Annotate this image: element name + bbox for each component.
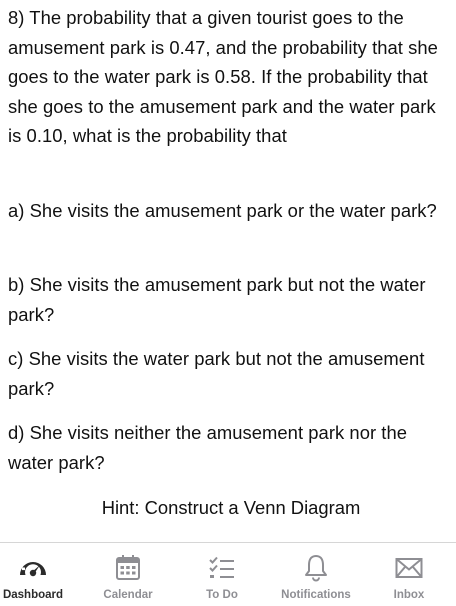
tab-todo-label: To Do [206,589,238,601]
question-part-b: b) She visits the amusement park but not… [8,274,426,325]
tab-inbox-label: Inbox [393,589,425,601]
calendar-icon [113,553,143,583]
tab-dashboard-label: Dashboard [2,589,64,601]
bottom-tab-bar: Dashboard Calendar To Do Notifications I… [0,542,456,606]
bell-icon [301,553,331,583]
envelope-icon [394,553,424,583]
todo-list-icon [207,553,237,583]
tab-inbox[interactable]: Inbox [372,543,446,606]
tab-notifications-label: Notifications [281,589,351,601]
hint-text: Hint: Construct a Venn Diagram [101,497,361,518]
tab-calendar-label: Calendar [103,589,153,601]
dashboard-gauge-icon [18,553,48,583]
question-part-d: d) She visits neither the amusement park… [8,422,408,473]
assignment-content: 8) The probability that a given tourist … [0,0,456,540]
question-part-a: a) She visits the amusement park or the … [8,200,437,221]
question-text: 8) The probability that a given tourist … [8,7,438,146]
question-part-c: c) She visits the water park but not the… [8,348,425,399]
tab-calendar[interactable]: Calendar [88,543,168,606]
tab-notifications[interactable]: Notifications [266,543,366,606]
tab-dashboard[interactable]: Dashboard [0,543,74,606]
tab-todo[interactable]: To Do [186,543,258,606]
